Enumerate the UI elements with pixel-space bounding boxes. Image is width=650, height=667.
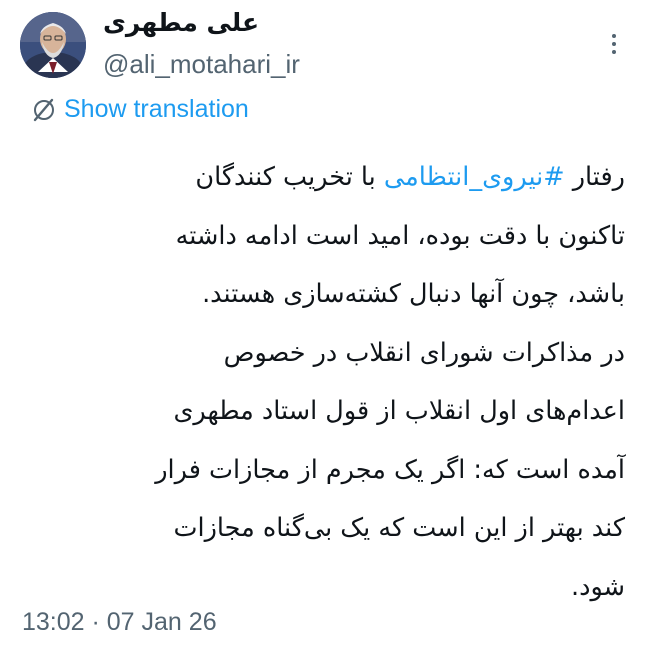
author-name[interactable]: علی مطهری: [103, 8, 259, 37]
avatar-photo: [20, 12, 86, 78]
more-options-button[interactable]: [600, 30, 628, 58]
show-translation-link[interactable]: Show translation: [30, 95, 249, 124]
tweet-line: کند بهتر از این است که یک بی‌گناه مجازات: [173, 513, 625, 543]
tweet-line: در مذاکرات شورای انقلاب در خصوص: [223, 337, 625, 368]
more-dots-icon: [612, 34, 616, 54]
tweet-line: باشد، چون آنها دنبال کشته‌سازی هستند.: [202, 279, 625, 309]
tweet-line: رفتار #نیروی_انتظامی با تخریب کنندگان: [195, 162, 625, 192]
hashtag-link[interactable]: #نیروی_انتظامی: [384, 162, 565, 192]
tweet-line: آمده است که: اگر یک مجرم از مجازات فرار: [155, 454, 625, 485]
tweet-text: رفتار #نیروی_انتظامی با تخریب کنندگان تا…: [20, 148, 625, 616]
avatar[interactable]: [20, 12, 86, 78]
tweet-timestamp[interactable]: 13:02 · 07 Jan 26: [22, 608, 217, 637]
tweet-line: تاکنون با دقت بوده، امید است ادامه داشته: [175, 220, 625, 251]
author-handle[interactable]: @ali_motahari_ir: [103, 49, 300, 80]
translate-globe-icon: [33, 98, 54, 121]
tweet-line: اعدام‌های اول انقلاب از قول استاد مطهری: [173, 396, 625, 426]
show-translation-label: Show translation: [64, 95, 249, 123]
